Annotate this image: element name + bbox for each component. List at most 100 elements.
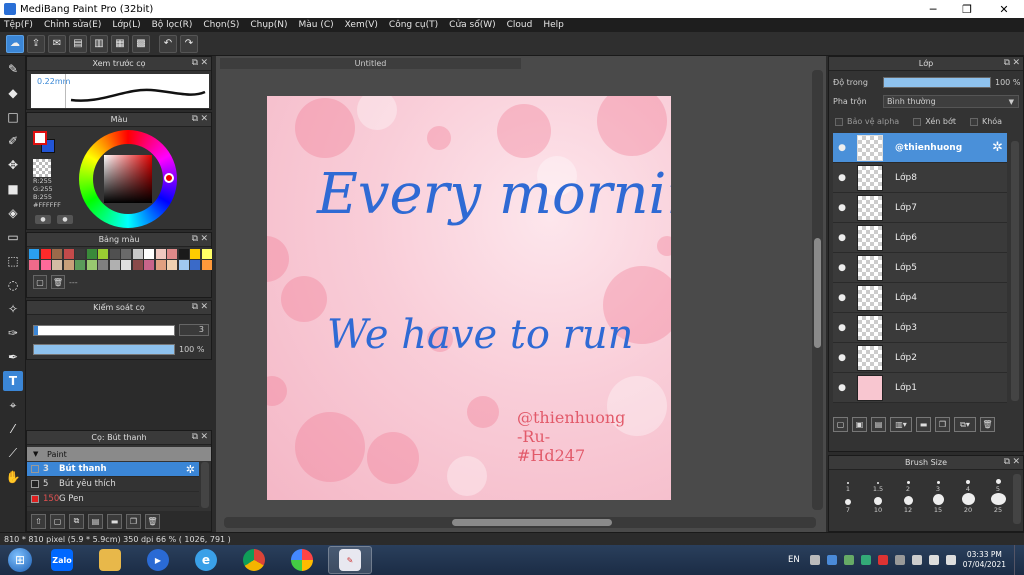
visibility-icon[interactable]: ● bbox=[833, 263, 851, 273]
close-icon[interactable]: ✕ bbox=[200, 58, 208, 68]
palette-swatch[interactable] bbox=[178, 260, 189, 270]
layer-opacity-slider[interactable] bbox=[883, 77, 991, 88]
visibility-icon[interactable]: ● bbox=[833, 293, 851, 303]
palette-swatch[interactable] bbox=[109, 260, 120, 270]
expand-icon[interactable]: ⧉ bbox=[192, 234, 198, 244]
gear-icon[interactable]: ✲ bbox=[186, 463, 195, 476]
brush-item[interactable]: 3 Bút thanh ✲ bbox=[27, 462, 199, 477]
brush-size-scrollbar[interactable] bbox=[1013, 474, 1021, 524]
brush-size-cell[interactable]: 4 bbox=[953, 472, 983, 493]
expand-icon[interactable]: ⧉ bbox=[1004, 58, 1010, 68]
close-icon[interactable]: ✕ bbox=[1012, 457, 1020, 467]
copy-brush-icon[interactable]: ⧉ bbox=[69, 513, 84, 529]
brush-size-cell[interactable]: 20 bbox=[953, 493, 983, 514]
text-tool-icon[interactable]: T bbox=[3, 371, 23, 391]
brush-item[interactable]: 150 G Pen bbox=[27, 492, 199, 507]
folder-icon[interactable]: ▬ bbox=[107, 513, 122, 529]
security-icon[interactable] bbox=[860, 555, 871, 565]
expand-icon[interactable]: ⧉ bbox=[1004, 457, 1010, 467]
visibility-icon[interactable]: ● bbox=[833, 203, 851, 213]
lock-checkbox[interactable] bbox=[969, 117, 978, 126]
blend-mode-select[interactable]: Bình thường ▼ bbox=[883, 95, 1019, 108]
delete-palette-icon[interactable]: 🗑 bbox=[51, 275, 65, 289]
brush-size-cell[interactable]: 7 bbox=[833, 493, 863, 514]
palette-swatch[interactable] bbox=[167, 260, 177, 270]
taskbar-app-media-player[interactable]: ▶ bbox=[136, 546, 180, 574]
taskbar-app-chrome[interactable] bbox=[232, 546, 276, 574]
menu-cloud[interactable]: Cloud bbox=[507, 20, 533, 30]
clipping-checkbox[interactable] bbox=[913, 117, 922, 126]
palette-swatch[interactable] bbox=[86, 260, 97, 270]
layer-item[interactable]: ● Lớp3 bbox=[833, 313, 1007, 343]
add-layer-menu-icon[interactable]: ▥▾ bbox=[890, 417, 912, 432]
brush-size-cell[interactable]: 1.5 bbox=[863, 472, 893, 493]
transparent-color-swatch[interactable] bbox=[33, 159, 51, 177]
palette-swatch[interactable] bbox=[190, 249, 200, 259]
menu-file[interactable]: Tệp(F) bbox=[4, 20, 33, 30]
antivirus-icon[interactable] bbox=[877, 555, 888, 565]
new-layer-icon[interactable]: ▢ bbox=[833, 417, 848, 432]
usb-icon[interactable] bbox=[894, 555, 905, 565]
page-icon[interactable]: ▤ bbox=[69, 34, 87, 53]
start-button[interactable]: ⊞ bbox=[0, 545, 40, 575]
saturation-value-square[interactable] bbox=[104, 155, 152, 203]
palette-swatch[interactable] bbox=[132, 249, 143, 259]
select-pen-tool-icon[interactable]: ✑ bbox=[3, 323, 23, 343]
brush-size-cell[interactable]: 25 bbox=[983, 493, 1013, 514]
select-eraser-tool-icon[interactable]: ✒ bbox=[3, 347, 23, 367]
taskbar-app-medibang[interactable]: ✎ bbox=[328, 546, 372, 574]
brush-tool-icon[interactable]: ✎ bbox=[3, 59, 23, 79]
restore-button[interactable]: ❐ bbox=[950, 0, 984, 18]
expand-icon[interactable]: ⧉ bbox=[192, 114, 198, 124]
document-tab[interactable]: Untitled bbox=[220, 58, 521, 69]
operation-tool-icon[interactable]: ⌖ bbox=[3, 395, 23, 415]
brush-size-cell[interactable]: 3 bbox=[923, 472, 953, 493]
gear-icon[interactable]: ✲ bbox=[992, 140, 1003, 155]
menu-tools[interactable]: Công cụ(T) bbox=[389, 20, 438, 30]
brush-size-cell[interactable]: 1 bbox=[833, 472, 863, 493]
layer-item[interactable]: ● @thienhuong ✲ bbox=[833, 133, 1007, 163]
canvas-artwork[interactable]: Every morning We have to run @thienhuong… bbox=[267, 96, 671, 500]
palette-swatch[interactable] bbox=[63, 249, 74, 259]
palette-swatch[interactable] bbox=[201, 249, 212, 259]
layer-item[interactable]: ● Lớp1 bbox=[833, 373, 1007, 403]
move-tool-icon[interactable]: ✥ bbox=[3, 155, 23, 175]
palette-swatch[interactable] bbox=[144, 249, 154, 259]
expand-icon[interactable]: ⧉ bbox=[192, 58, 198, 68]
fill-rect-tool-icon[interactable]: ■ bbox=[3, 179, 23, 199]
palette-swatch[interactable] bbox=[155, 249, 166, 259]
protect-alpha-checkbox[interactable] bbox=[835, 117, 843, 126]
hand-tool-icon[interactable]: ✋ bbox=[3, 467, 23, 487]
menu-color[interactable]: Màu (C) bbox=[299, 20, 334, 30]
wheel-mode-button[interactable]: ● bbox=[35, 215, 51, 224]
hue-marker[interactable] bbox=[164, 173, 174, 183]
folder-icon[interactable]: ▬ bbox=[916, 417, 931, 432]
layer-item[interactable]: ● Lớp8 bbox=[833, 163, 1007, 193]
menu-help[interactable]: Help bbox=[543, 20, 564, 30]
palette-swatch[interactable] bbox=[29, 260, 39, 270]
add-brush-icon[interactable]: ⇧ bbox=[31, 513, 46, 529]
eraser-tool-icon[interactable]: ◆ bbox=[3, 83, 23, 103]
comment-icon[interactable]: ✉ bbox=[48, 34, 66, 53]
close-icon[interactable]: ✕ bbox=[200, 432, 208, 442]
nvidia-icon[interactable] bbox=[843, 555, 854, 565]
layer-list-scrollbar[interactable] bbox=[1011, 141, 1019, 401]
expand-icon[interactable]: ⧉ bbox=[192, 302, 198, 312]
palette-swatch[interactable] bbox=[178, 249, 189, 259]
palette-swatch[interactable] bbox=[63, 260, 74, 270]
divide-tool-icon[interactable]: ⁄ bbox=[3, 419, 23, 439]
menu-view[interactable]: Xem(V) bbox=[345, 20, 378, 30]
expand-icon[interactable]: ⧉ bbox=[192, 432, 198, 442]
network-icon[interactable] bbox=[928, 555, 939, 565]
brush-opacity-slider[interactable] bbox=[33, 344, 175, 355]
taskbar-app-zalo[interactable]: Zalo bbox=[40, 546, 84, 574]
slider-mode-button[interactable]: ● bbox=[57, 215, 73, 224]
eyedropper-tool-icon[interactable]: ⟋ bbox=[3, 443, 23, 463]
palette-swatch[interactable] bbox=[52, 260, 62, 270]
canvas-horizontal-scrollbar[interactable] bbox=[224, 517, 816, 528]
brush-list-scrollbar[interactable] bbox=[201, 462, 209, 508]
palette-swatch[interactable] bbox=[40, 249, 51, 259]
layer-item[interactable]: ● Lớp6 bbox=[833, 223, 1007, 253]
new-brush-icon[interactable]: ▢ bbox=[50, 513, 65, 529]
flag-icon[interactable] bbox=[911, 555, 922, 565]
